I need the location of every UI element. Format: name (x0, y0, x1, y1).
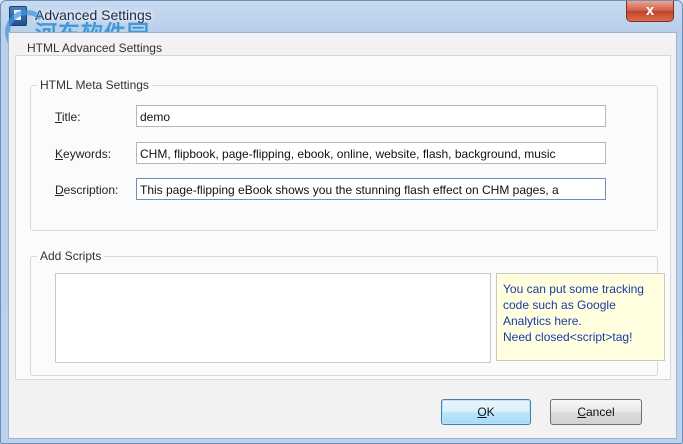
html-meta-settings-group: HTML Meta Settings Title: demo Keywords:… (30, 78, 658, 231)
title-label: Title: (55, 110, 81, 124)
description-label: Description: (55, 183, 119, 197)
tab-page: HTML Meta Settings Title: demo Keywords:… (15, 55, 671, 380)
tip-line: Need closed<script>tag! (503, 330, 633, 344)
add-scripts-group: Add Scripts You can put some tracking co… (30, 249, 665, 376)
tip-line: code such as Google (503, 298, 616, 312)
title-bar[interactable]: Advanced Settings x (1, 1, 682, 31)
tip-line: You can put some tracking (503, 282, 644, 296)
script-tip-box: You can put some tracking code such as G… (496, 273, 665, 361)
tab-html-advanced-settings[interactable]: HTML Advanced Settings (27, 41, 162, 55)
html-meta-settings-legend: HTML Meta Settings (40, 78, 149, 92)
ok-button[interactable]: OK (441, 399, 531, 425)
title-field[interactable]: demo (136, 105, 606, 127)
advanced-settings-dialog: Advanced Settings x 河东软件园 www.pc0359.cn … (0, 0, 683, 444)
tip-line: Analytics here. (503, 314, 582, 328)
add-scripts-legend: Add Scripts (40, 249, 102, 263)
description-field[interactable]: This page-flipping eBook shows you the s… (136, 178, 606, 200)
cancel-button[interactable]: Cancel (550, 399, 642, 425)
dialog-client-area: HTML Advanced Settings HTML Meta Setting… (8, 32, 677, 439)
window-title: Advanced Settings (35, 7, 152, 23)
keywords-field[interactable]: CHM, flipbook, page-flipping, ebook, onl… (136, 142, 606, 164)
app-icon (9, 6, 27, 26)
script-textarea[interactable] (55, 273, 491, 363)
keywords-label: Keywords: (55, 147, 112, 161)
close-button[interactable]: x (626, 1, 674, 22)
